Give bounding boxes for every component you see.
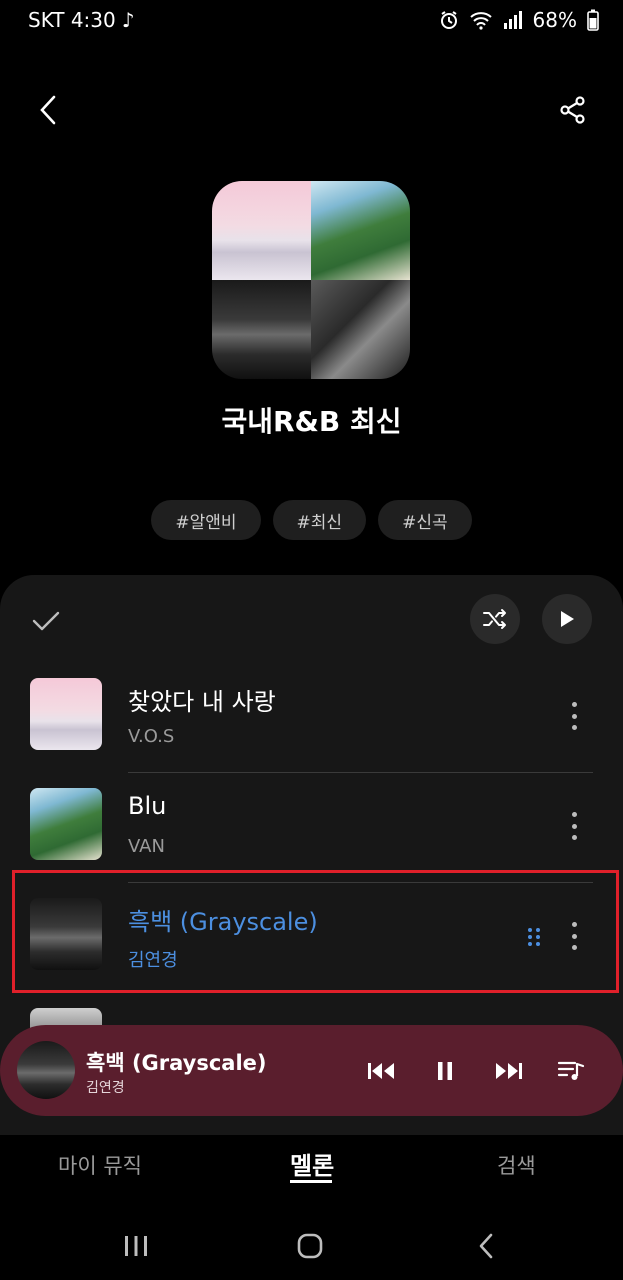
mini-player-title: 흑백 (Grayscale) xyxy=(86,1051,267,1075)
status-left: SKT 4:30 ♪ xyxy=(28,8,135,32)
system-nav-bar xyxy=(0,1210,623,1280)
status-right: 68% xyxy=(439,8,599,32)
check-icon xyxy=(32,611,60,631)
more-options-icon[interactable] xyxy=(562,698,586,734)
alarm-icon xyxy=(439,10,459,30)
cover-tile-1 xyxy=(212,181,311,280)
screen: SKT 4:30 ♪ 68% 국내R&B 최신 #알앤비 #최신 #신곡 찾았다… xyxy=(0,0,623,1280)
select-button[interactable] xyxy=(30,605,62,637)
tag-chip[interactable]: #최신 xyxy=(272,500,367,540)
pause-button[interactable] xyxy=(427,1053,463,1089)
back-arrow-icon xyxy=(40,95,56,125)
queue-button[interactable] xyxy=(553,1053,589,1089)
status-bar: SKT 4:30 ♪ 68% xyxy=(0,0,623,38)
highlight-box xyxy=(12,870,619,993)
mini-player-art xyxy=(17,1041,75,1099)
share-icon xyxy=(560,96,585,124)
battery-percent: 68% xyxy=(532,8,577,32)
cover-tile-4 xyxy=(311,280,410,379)
tab-melon[interactable]: 멜론 xyxy=(290,1146,334,1181)
playlist-icon xyxy=(557,1061,585,1080)
previous-icon xyxy=(368,1063,394,1079)
next-button[interactable] xyxy=(491,1053,527,1089)
album-art xyxy=(30,678,102,750)
playlist-title: 국내R&B 최신 xyxy=(221,405,402,438)
wifi-icon xyxy=(469,10,493,30)
shuffle-button[interactable] xyxy=(470,594,520,644)
playlist-cover xyxy=(212,181,410,379)
tab-my-music[interactable]: 마이 뮤직 xyxy=(58,1150,142,1180)
mini-player-artist: 김연경 xyxy=(86,1080,125,1096)
system-back-button[interactable] xyxy=(466,1228,506,1264)
home-button[interactable] xyxy=(290,1228,330,1264)
recents-icon xyxy=(125,1236,147,1256)
cover-tile-3 xyxy=(212,280,311,379)
album-art xyxy=(30,788,102,860)
tag-chip[interactable]: #신곡 xyxy=(378,500,472,540)
mini-player[interactable]: 흑백 (Grayscale) 김연경 xyxy=(0,1025,623,1116)
shuffle-icon xyxy=(483,609,506,629)
home-icon xyxy=(297,1233,323,1259)
signal-icon xyxy=(503,10,523,30)
tag-chip[interactable]: #알앤비 xyxy=(151,500,261,540)
song-artist: V.O.S xyxy=(128,726,175,747)
music-note-icon: ♪ xyxy=(121,8,135,32)
song-row[interactable]: 찾았다 내 사랑 V.O.S xyxy=(0,678,623,788)
song-title: Blu xyxy=(128,792,167,820)
tab-search[interactable]: 검색 xyxy=(497,1150,536,1180)
tag-list: #알앤비 #최신 #신곡 xyxy=(0,500,623,540)
recents-button[interactable] xyxy=(116,1228,156,1264)
share-button[interactable] xyxy=(553,90,593,130)
next-icon xyxy=(496,1063,522,1079)
play-icon xyxy=(561,611,574,627)
back-button[interactable] xyxy=(28,88,68,132)
pause-icon xyxy=(438,1062,452,1080)
song-title: 찾았다 내 사랑 xyxy=(128,688,276,716)
bottom-nav: 마이 뮤직 멜론 검색 xyxy=(0,1136,623,1196)
divider xyxy=(128,772,593,773)
back-icon xyxy=(479,1233,493,1259)
previous-button[interactable] xyxy=(363,1053,399,1089)
tab-selected-indicator xyxy=(290,1180,332,1183)
song-artist: VAN xyxy=(128,836,165,857)
play-all-button[interactable] xyxy=(542,594,592,644)
more-options-icon[interactable] xyxy=(562,808,586,844)
cover-tile-2 xyxy=(311,181,410,280)
battery-icon xyxy=(587,9,599,31)
carrier-time: SKT 4:30 xyxy=(28,8,116,32)
